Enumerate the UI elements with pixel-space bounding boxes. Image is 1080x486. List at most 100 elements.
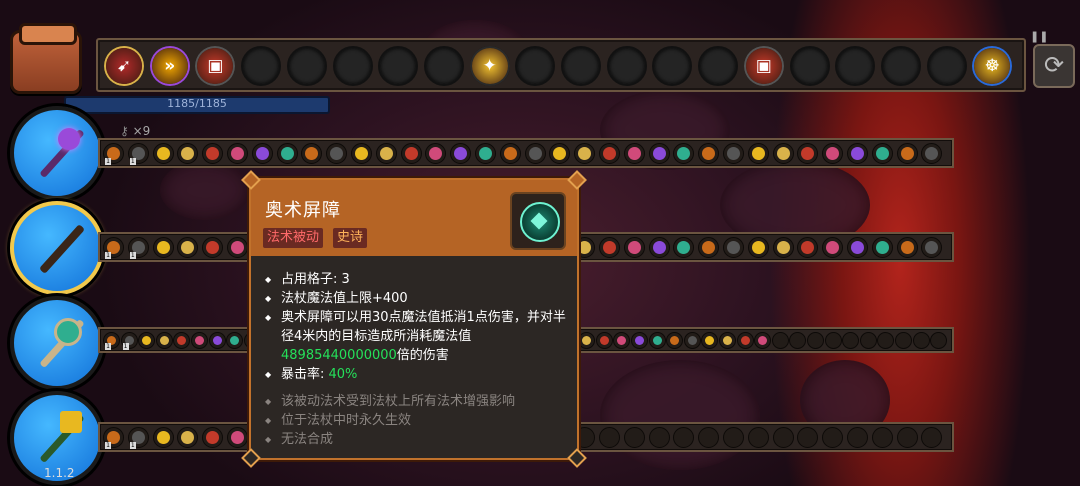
wand-slot-1[interactable]: [10, 106, 104, 200]
spell-slot[interactable]: [921, 427, 943, 448]
inventory-bag-icon[interactable]: [10, 23, 82, 94]
spell-slot[interactable]: [152, 427, 174, 448]
spell-slot[interactable]: [772, 237, 794, 258]
pause-icon[interactable]: ❚❚: [1030, 30, 1052, 44]
spell-slot[interactable]: [152, 143, 174, 164]
empty-spell-slot[interactable]: [789, 46, 830, 86]
spell-slot[interactable]: [673, 427, 695, 448]
spell-slot[interactable]: [842, 332, 860, 349]
spell-slot[interactable]: [736, 332, 754, 349]
spell-slot[interactable]: [822, 143, 844, 164]
spell-slot[interactable]: 1: [127, 427, 149, 449]
spell-slot[interactable]: [227, 143, 248, 164]
empty-spell-slot[interactable]: [926, 46, 967, 86]
spell-slot[interactable]: [698, 143, 720, 164]
spell-slot[interactable]: [723, 237, 744, 258]
swap-arrows-icon[interactable]: ⟳: [1033, 44, 1075, 88]
spell-slot[interactable]: [276, 143, 298, 164]
spell-slot[interactable]: [623, 427, 645, 448]
red-chest-icon[interactable]: ▣: [195, 46, 236, 86]
spell-slot[interactable]: [859, 332, 877, 349]
spell-slot[interactable]: [896, 237, 918, 258]
gold-coin-icon[interactable]: ☸: [972, 46, 1013, 86]
spell-slot[interactable]: [226, 332, 244, 349]
spell-slot[interactable]: [202, 143, 224, 164]
spell-slot[interactable]: [613, 332, 631, 349]
spell-slot[interactable]: [824, 332, 842, 349]
spell-slot[interactable]: [208, 332, 226, 349]
empty-spell-slot[interactable]: [698, 46, 739, 86]
spell-slot[interactable]: [822, 427, 844, 448]
spell-slot[interactable]: [425, 143, 447, 164]
bow-spell-icon[interactable]: ➹: [104, 46, 144, 86]
spell-slot[interactable]: 1: [127, 237, 149, 259]
spell-slot[interactable]: [202, 237, 224, 258]
spell-slot[interactable]: [177, 143, 199, 164]
spell-slot[interactable]: [698, 427, 720, 448]
spell-slot[interactable]: [301, 143, 323, 164]
spell-slot[interactable]: [895, 332, 912, 349]
spell-slot[interactable]: [648, 237, 670, 258]
spell-slot[interactable]: [177, 427, 199, 448]
empty-spell-slot[interactable]: [332, 46, 373, 86]
spell-slot[interactable]: [847, 237, 868, 258]
spell-slot[interactable]: [450, 143, 472, 164]
spell-slot[interactable]: [797, 143, 819, 164]
spell-slot[interactable]: [683, 332, 701, 349]
spell-slot[interactable]: 1: [120, 332, 138, 350]
spell-slot[interactable]: [499, 143, 521, 164]
spell-slot[interactable]: [771, 332, 789, 349]
red-chest-icon[interactable]: ▣: [743, 46, 784, 86]
spell-slot[interactable]: [173, 332, 191, 349]
spell-slot[interactable]: [631, 332, 648, 349]
spell-slot[interactable]: [822, 237, 844, 258]
spell-slot[interactable]: [912, 332, 930, 349]
spell-slot[interactable]: [202, 427, 224, 448]
spell-slot[interactable]: 1: [103, 427, 124, 449]
spell-slot[interactable]: [400, 143, 422, 164]
spell-slot[interactable]: [375, 143, 397, 164]
spell-slot[interactable]: [723, 143, 744, 164]
empty-spell-slot[interactable]: [423, 46, 464, 86]
spell-slot[interactable]: 1: [103, 143, 124, 165]
spell-slot[interactable]: [797, 237, 819, 258]
spell-slot[interactable]: [701, 332, 719, 349]
spell-slot[interactable]: [871, 237, 893, 258]
spell-slot[interactable]: [673, 237, 695, 258]
spell-slot[interactable]: [574, 143, 596, 164]
spell-slot[interactable]: [871, 427, 893, 448]
spell-slot[interactable]: [623, 143, 645, 164]
spell-slot[interactable]: [227, 427, 248, 448]
rune-icon[interactable]: ✦: [469, 46, 510, 86]
spell-slot[interactable]: [847, 143, 868, 164]
spell-slot[interactable]: [177, 237, 199, 258]
spell-slot[interactable]: [648, 427, 670, 448]
empty-spell-slot[interactable]: [880, 46, 921, 86]
spell-slot[interactable]: 1: [103, 237, 124, 259]
empty-spell-slot[interactable]: [561, 46, 601, 86]
spell-slot[interactable]: [698, 237, 720, 258]
spell-slot[interactable]: [666, 332, 684, 349]
spell-slot[interactable]: [623, 237, 645, 258]
spell-slot[interactable]: [475, 143, 496, 164]
spell-slot[interactable]: [595, 332, 613, 349]
spell-slot[interactable]: [648, 143, 670, 164]
spell-slot[interactable]: [747, 143, 769, 164]
spell-slot[interactable]: [155, 332, 173, 349]
spell-slot[interactable]: [754, 332, 772, 349]
spell-slot[interactable]: 1: [127, 143, 149, 165]
spell-slot[interactable]: [524, 143, 546, 164]
spell-slot[interactable]: [648, 332, 666, 349]
empty-spell-slot[interactable]: [241, 46, 282, 86]
spell-slot[interactable]: [578, 332, 596, 349]
spell-slot[interactable]: [797, 427, 819, 448]
empty-spell-slot[interactable]: [652, 46, 693, 86]
wand-slot-3[interactable]: [10, 296, 104, 390]
spell-slot[interactable]: [789, 332, 807, 349]
spell-slot[interactable]: [251, 143, 273, 164]
wand-slot-2[interactable]: [10, 201, 104, 295]
spell-slot[interactable]: [719, 332, 736, 349]
spell-slot[interactable]: [896, 143, 918, 164]
spell-slot[interactable]: [227, 237, 248, 258]
empty-spell-slot[interactable]: [515, 46, 556, 86]
